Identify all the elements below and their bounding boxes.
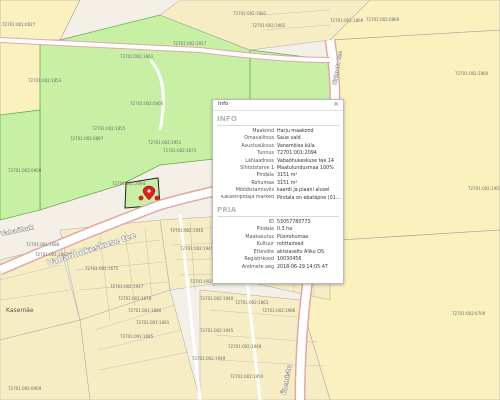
parcel-label: 72701:002:1986 bbox=[262, 308, 296, 313]
popup-row: Maakond Harju maakond bbox=[213, 128, 343, 135]
parcel-label: 72701:002:1855 bbox=[92, 126, 126, 131]
parcel-label: 72701:001:1680 bbox=[128, 308, 162, 313]
parcel-label: 72701:002:0897 bbox=[70, 136, 104, 141]
popup-row: Andmete aeg 2018-06-29 14:05:47 bbox=[213, 264, 343, 271]
parcel-label: 72701:002:1950 bbox=[230, 374, 264, 379]
popup-row-value: Saue vald bbox=[277, 136, 301, 142]
popup-row-key: Kultuur bbox=[256, 242, 274, 248]
popup-row-value: Maatulundusmaa 100% bbox=[277, 166, 334, 172]
parcel-label: 72701:002:1873 bbox=[163, 148, 197, 153]
section-heading-info: INFO bbox=[217, 115, 237, 123]
divider bbox=[217, 125, 339, 126]
parcel-label: 72701:002:1982 bbox=[252, 23, 286, 28]
popup-row: Mõõdistamisviis kaardi ja plaani alusel bbox=[213, 187, 343, 194]
parcel-label: 72701:002:1948 bbox=[228, 344, 262, 349]
parcel-label: 72701:001:2094 bbox=[112, 181, 146, 186]
popup-row-key: Andmete aeg bbox=[241, 264, 274, 270]
popup-row-key: Maakond bbox=[252, 129, 274, 134]
popup-row: Omavalitsus Saue vald bbox=[213, 135, 343, 142]
popup-row: Katastripidaja märked Pindala on ebatäpne… bbox=[213, 195, 343, 202]
popup-row-key: Sihtotstarve 1 bbox=[240, 166, 274, 172]
info-popup: Info × INFO Maakond Harju maakond Omavalit… bbox=[212, 99, 344, 284]
popup-row-key: Katastripidaja märked bbox=[221, 194, 274, 200]
parcel-label: 72701:002:1940 bbox=[170, 228, 204, 233]
popup-row-value: 53057780773 bbox=[277, 220, 311, 226]
place-label-kasemae: Kasemäe bbox=[6, 307, 34, 314]
popup-row-value: kaardi ja plaani alusel bbox=[277, 188, 330, 194]
popup-row: Ettevõte aktsiaselts Aliku OS bbox=[213, 249, 343, 256]
parcel-label: 72701:002:0900 bbox=[8, 168, 42, 173]
divider bbox=[217, 216, 339, 218]
popup-row: ID 53057780773 bbox=[213, 219, 343, 226]
popup-row: Pindala 3151 m² bbox=[213, 172, 343, 179]
popup-row: Rohumaa 3151 m² bbox=[213, 180, 343, 187]
popup-row-key: Rohumaa bbox=[251, 180, 274, 186]
parcel-label: 72701:002:1941 bbox=[180, 246, 214, 251]
parcel-label: 72701:002:1863 bbox=[235, 300, 269, 305]
section-heading-pria: PRIA bbox=[217, 206, 237, 215]
popup-row-value: Püsirohumaa bbox=[277, 234, 309, 240]
parcel-label: 72701:002:1949 bbox=[192, 356, 226, 361]
parcel-label: 72701:002:0400 bbox=[130, 101, 164, 106]
popup-row-key: Tunnus bbox=[257, 151, 274, 157]
popup-row-key: Pindala bbox=[256, 173, 274, 179]
popup-row-value: Vanamõisa küla bbox=[277, 143, 315, 149]
parcel-label: 72701:002:1981 bbox=[233, 11, 267, 16]
popup-row-key: Ettevõte bbox=[253, 249, 274, 255]
parcel-label: 72701:002:0869 bbox=[366, 17, 400, 22]
parcel-label: 72701:002:0909 bbox=[8, 386, 42, 391]
parcel-label: 72701:002:1951 bbox=[148, 140, 182, 145]
popup-title: Info bbox=[218, 101, 229, 107]
popup-row: Kultuur rohttaimed bbox=[213, 241, 343, 248]
parcel-label: 72701:002:1947 bbox=[110, 284, 144, 289]
popup-row-key: Mõõdistamisviis bbox=[235, 188, 274, 194]
popup-row-value: aktsiaselts Aliku OS bbox=[277, 249, 325, 255]
popup-row: Maakasutus Püsirohumaa bbox=[213, 234, 343, 241]
parcel-label: 72701:001:1675 bbox=[85, 266, 119, 271]
popup-row-key: Omavalitsus bbox=[244, 136, 274, 142]
popup-row-value: rohttaimed bbox=[277, 242, 304, 248]
parcel-label: 72701:002:0700 bbox=[452, 311, 486, 316]
popup-row-key: Lähiaadress bbox=[245, 158, 274, 164]
parcel-label: 72701:002:1861 bbox=[120, 54, 154, 59]
parcel-label: 72701:001:1678 bbox=[118, 296, 152, 301]
popup-row-value: 2018-06-29 14:05:47 bbox=[277, 264, 328, 270]
popup-row: Lähiaadress Vabaõhukeskuse tee 14 bbox=[213, 158, 343, 165]
popup-row: Pindala 0.3 ha bbox=[213, 226, 343, 233]
popup-header: Info × bbox=[213, 100, 343, 111]
map-view[interactable]: 72701:001:0027 72701:002:0869 72701:002:19… bbox=[0, 0, 500, 400]
popup-row-key: Registrikood bbox=[244, 257, 274, 263]
info-rows: Maakond Harju maakond Omavalitsus Saue vald… bbox=[213, 128, 343, 202]
popup-row-key: Maakasutus bbox=[245, 234, 274, 240]
parcel-label: 72701:001:0027 bbox=[2, 22, 36, 27]
popup-row-key: Asustusüksus bbox=[241, 143, 274, 149]
popup-row: Registrikood 10030456 bbox=[213, 256, 343, 263]
parcel-label: 72701:002:1860 bbox=[455, 71, 489, 76]
popup-row: Sihtotstarve 1 Maatulundusmaa 100% bbox=[213, 165, 343, 172]
popup-row-key: ID bbox=[268, 220, 274, 226]
parcel-label: 72701:001:1681 bbox=[136, 320, 170, 325]
popup-row-value: Pindala on ebatäpne (01... bbox=[277, 195, 341, 201]
popup-row-value: 0.3 ha bbox=[277, 227, 293, 233]
parcel-label: 72701:002:1917 bbox=[173, 41, 207, 46]
popup-row-value: Vabaõhukeskuse tee 14 bbox=[277, 158, 334, 164]
popup-row-value: 3151 m² bbox=[277, 173, 298, 179]
pria-rows: ID 53057780773 Pindala 0.3 ha Maakasutus Püsi… bbox=[213, 219, 343, 271]
popup-row-value: 10030456 bbox=[277, 257, 302, 263]
popup-row: Asustusüksus Vanamõisa küla bbox=[213, 143, 343, 150]
parcel-label: 72701:001:1685 bbox=[120, 334, 154, 339]
popup-row-key: Pindala bbox=[256, 227, 274, 233]
popup-row-value: 72701:001:2094 bbox=[277, 151, 317, 157]
close-icon[interactable]: × bbox=[333, 100, 339, 109]
parcel-label: 72701:002:1853 bbox=[28, 78, 62, 83]
parcel-label: 72701:002:1869 bbox=[330, 18, 364, 23]
popup-row: Tunnus 72701:001:2094 bbox=[213, 150, 343, 157]
parcel-label: 72701:002:1961 bbox=[468, 186, 500, 191]
parcel-label: 72701:001:1688 bbox=[26, 242, 60, 247]
parcel-label: 72701:002:1940 bbox=[200, 296, 234, 301]
parcel-label: 72701:002:1945 bbox=[200, 328, 234, 333]
popup-row-value: 3151 m² bbox=[277, 180, 298, 186]
popup-row-value: Harju maakond bbox=[277, 129, 314, 134]
